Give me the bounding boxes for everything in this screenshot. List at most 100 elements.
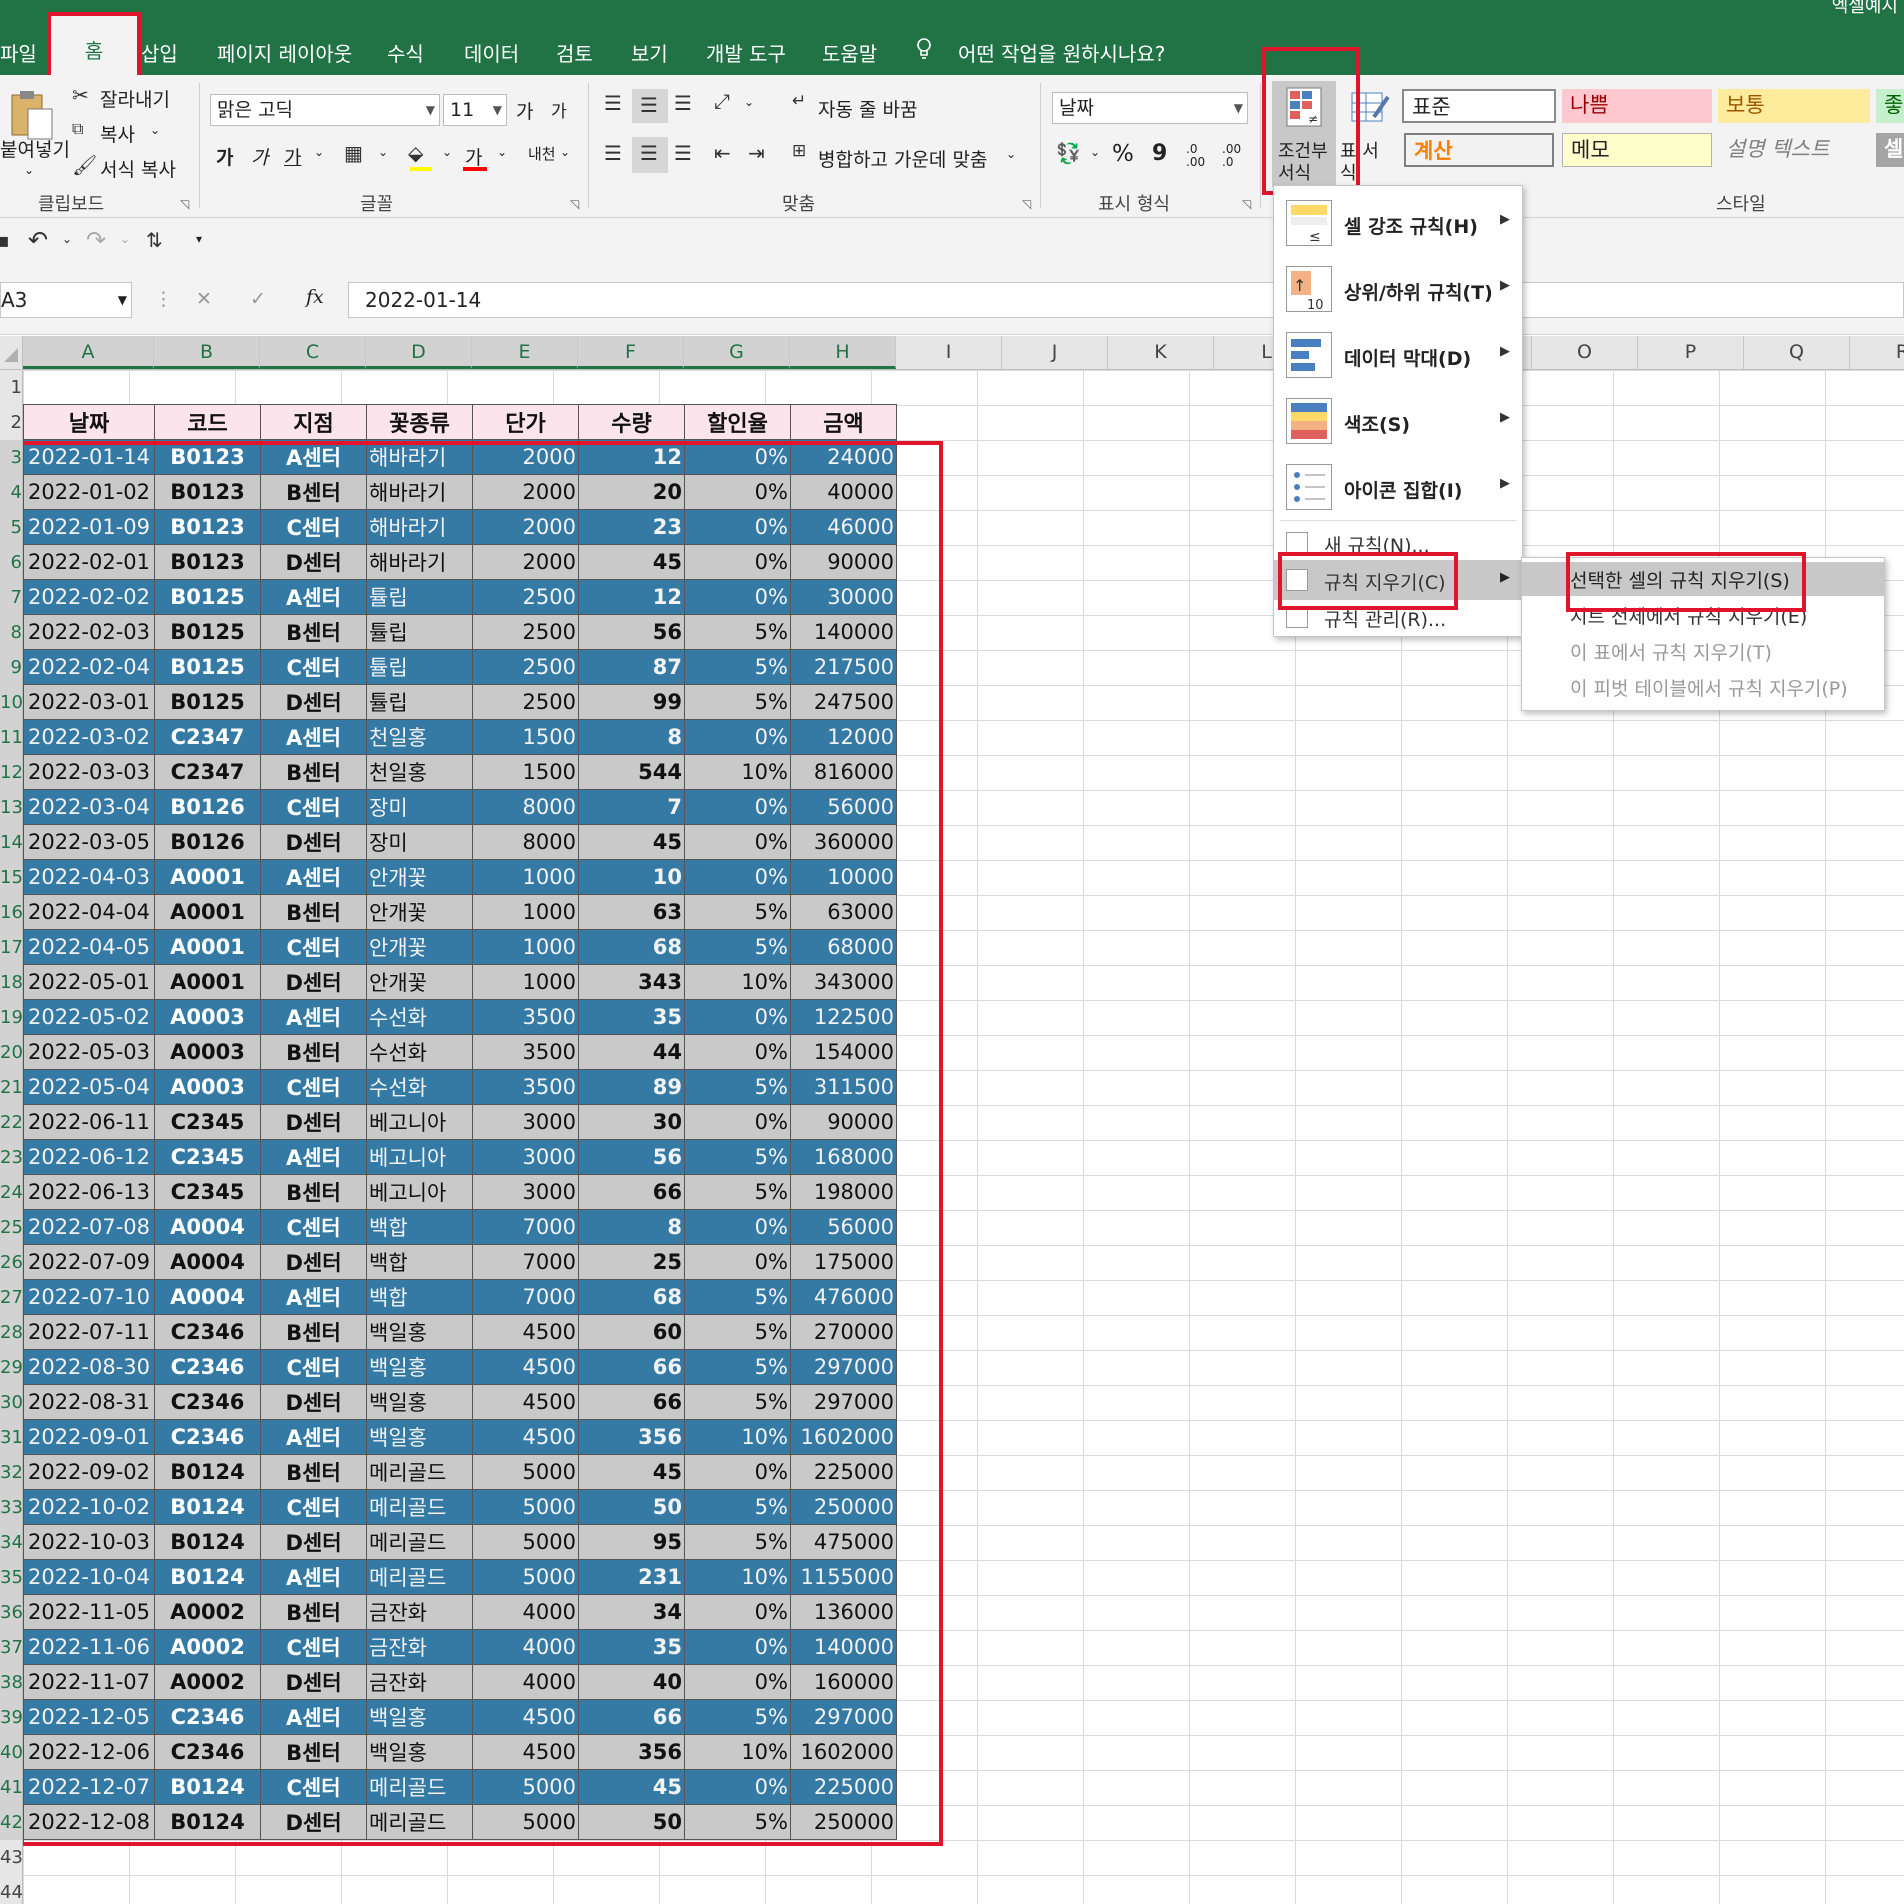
table-cell[interactable]: B0123 — [154, 544, 261, 580]
table-cell[interactable]: 816000 — [790, 754, 897, 790]
underline-button[interactable]: 가 — [284, 143, 301, 170]
table-cell[interactable]: 40 — [578, 1664, 685, 1700]
redo-dropdown-arrow[interactable]: ⌄ — [120, 232, 130, 246]
merge-dropdown-arrow[interactable]: ⌄ — [1006, 147, 1016, 161]
table-cell[interactable]: 2022-06-11 — [23, 1104, 155, 1140]
table-cell[interactable]: D센터 — [260, 1244, 367, 1280]
table-cell[interactable]: 7000 — [472, 1209, 579, 1245]
table-cell[interactable]: A0004 — [154, 1244, 261, 1280]
table-cell[interactable]: D센터 — [260, 544, 367, 580]
table-cell[interactable]: A센터 — [260, 1139, 367, 1175]
table-cell[interactable]: 2022-05-01 — [23, 964, 155, 1000]
submenu-clear-entire-sheet[interactable]: 시트 전체에서 규칙 지우기(E) — [1522, 598, 1884, 632]
table-cell[interactable]: 수선화 — [366, 1034, 473, 1070]
font-size-combo[interactable]: 11 ▼ — [443, 94, 507, 126]
menu-item-icon-sets[interactable]: 아이콘 집합(I) ▶ — [1274, 456, 1522, 518]
table-header-cell[interactable]: 수량 — [578, 404, 685, 440]
style-good[interactable]: 좋 — [1876, 89, 1904, 123]
style-note[interactable]: 메모 — [1562, 133, 1712, 167]
table-cell[interactable]: 140000 — [790, 614, 897, 650]
table-cell[interactable]: 2500 — [472, 579, 579, 615]
table-cell[interactable]: C2346 — [154, 1734, 261, 1770]
table-cell[interactable]: 2022-01-09 — [23, 509, 155, 545]
table-cell[interactable]: 5% — [684, 614, 791, 650]
table-cell[interactable]: C2346 — [154, 1314, 261, 1350]
table-cell[interactable]: 25 — [578, 1244, 685, 1280]
table-cell[interactable]: 백일홍 — [366, 1384, 473, 1420]
table-cell[interactable]: B0124 — [154, 1454, 261, 1490]
table-cell[interactable]: 메리골드 — [366, 1489, 473, 1525]
row-header-19[interactable]: 19 — [0, 1000, 22, 1035]
table-cell[interactable]: 2000 — [472, 439, 579, 475]
table-header-cell[interactable]: 금액 — [790, 404, 897, 440]
table-cell[interactable]: B0123 — [154, 439, 261, 475]
row-header-29[interactable]: 29 — [0, 1350, 22, 1385]
column-header-j[interactable]: J — [1002, 336, 1108, 369]
table-cell[interactable]: A센터 — [260, 439, 367, 475]
table-cell[interactable]: D센터 — [260, 684, 367, 720]
increase-font-button[interactable]: 가 — [516, 97, 533, 124]
tab-review[interactable]: 검토 — [556, 38, 593, 67]
table-cell[interactable]: B센터 — [260, 1454, 367, 1490]
table-cell[interactable]: A0002 — [154, 1664, 261, 1700]
borders-icon[interactable]: ▦ — [344, 141, 363, 165]
table-cell[interactable]: 2022-04-04 — [23, 894, 155, 930]
table-cell[interactable]: 5% — [684, 1524, 791, 1560]
table-cell[interactable]: 해바라기 — [366, 474, 473, 510]
tab-insert[interactable]: 삽입 — [141, 38, 178, 67]
font-launcher-icon[interactable]: ◹ — [570, 197, 579, 211]
font-color-button[interactable]: 가 — [465, 143, 482, 170]
table-cell[interactable]: 5% — [684, 1174, 791, 1210]
clipboard-launcher-icon[interactable]: ◹ — [180, 197, 189, 211]
table-cell[interactable]: 24000 — [790, 439, 897, 475]
table-cell[interactable]: C2346 — [154, 1699, 261, 1735]
table-cell[interactable]: A센터 — [260, 719, 367, 755]
table-cell[interactable]: 2022-07-09 — [23, 1244, 155, 1280]
menu-item-highlight-cells-rules[interactable]: ≤ 셀 강조 규칙(H) ▶ — [1274, 192, 1522, 254]
table-cell[interactable]: B센터 — [260, 614, 367, 650]
table-cell[interactable]: 12 — [578, 439, 685, 475]
table-cell[interactable]: 475000 — [790, 1524, 897, 1560]
table-cell[interactable]: 50 — [578, 1804, 685, 1840]
table-cell[interactable]: 백합 — [366, 1279, 473, 1315]
table-cell[interactable]: B0123 — [154, 509, 261, 545]
table-cell[interactable]: 175000 — [790, 1244, 897, 1280]
table-cell[interactable]: 백일홍 — [366, 1734, 473, 1770]
table-cell[interactable]: 0% — [684, 439, 791, 475]
name-box[interactable]: A3 ▼ — [0, 282, 132, 318]
row-header-15[interactable]: 15 — [0, 860, 22, 895]
table-cell[interactable]: 2022-06-13 — [23, 1174, 155, 1210]
table-cell[interactable]: 4000 — [472, 1594, 579, 1630]
tab-page-layout[interactable]: 페이지 레이아웃 — [217, 38, 352, 67]
select-all-corner[interactable] — [0, 336, 23, 369]
table-cell[interactable]: B0124 — [154, 1524, 261, 1560]
table-cell[interactable]: C센터 — [260, 789, 367, 825]
table-cell[interactable]: 343000 — [790, 964, 897, 1000]
align-middle-button[interactable]: ☰ — [632, 89, 668, 123]
fill-color-dropdown-arrow[interactable]: ⌄ — [442, 145, 452, 159]
insert-function-icon[interactable]: fx — [306, 286, 324, 308]
table-cell[interactable]: 122500 — [790, 999, 897, 1035]
row-header-41[interactable]: 41 — [0, 1770, 22, 1805]
comma-style-button[interactable]: 9 — [1152, 141, 1167, 166]
fill-color-icon[interactable]: ⬙ — [408, 141, 423, 165]
table-cell[interactable]: B0125 — [154, 614, 261, 650]
table-cell[interactable]: 장미 — [366, 824, 473, 860]
table-cell[interactable]: 217500 — [790, 649, 897, 685]
column-header-d[interactable]: D — [366, 336, 472, 369]
phonetic-dropdown-arrow[interactable]: ⌄ — [560, 145, 570, 159]
table-cell[interactable]: A0001 — [154, 929, 261, 965]
table-cell[interactable]: C센터 — [260, 1069, 367, 1105]
table-cell[interactable]: 2022-04-05 — [23, 929, 155, 965]
row-header-20[interactable]: 20 — [0, 1035, 22, 1070]
table-cell[interactable]: 5% — [684, 1279, 791, 1315]
table-cell[interactable]: 2022-08-31 — [23, 1384, 155, 1420]
table-cell[interactable]: A센터 — [260, 1419, 367, 1455]
table-cell[interactable]: C센터 — [260, 1489, 367, 1525]
table-cell[interactable]: 68000 — [790, 929, 897, 965]
style-explanatory[interactable]: 설명 텍스트 — [1718, 133, 1870, 167]
table-cell[interactable]: 0% — [684, 789, 791, 825]
table-cell[interactable]: 안개꽃 — [366, 929, 473, 965]
table-cell[interactable]: D센터 — [260, 964, 367, 1000]
table-cell[interactable]: 2022-02-03 — [23, 614, 155, 650]
